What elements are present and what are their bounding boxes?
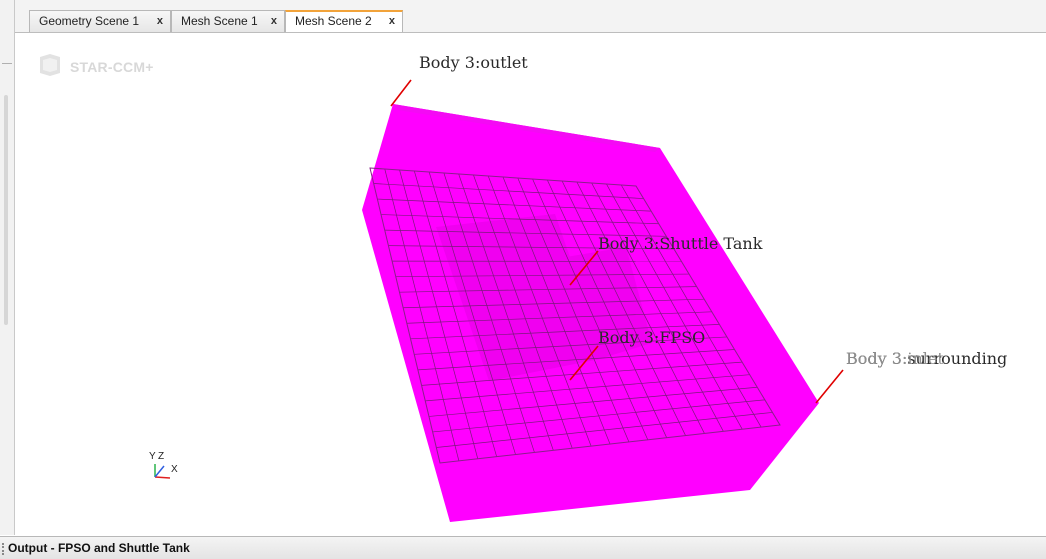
- drag-grip-icon[interactable]: [2, 543, 6, 555]
- leader-inlet-surrounding: [815, 369, 844, 404]
- label-shuttle-tank: Body 3:Shuttle Tank: [598, 234, 763, 253]
- axis-z-label: Z: [158, 451, 164, 462]
- label-fpso: Body 3:FPSO: [598, 328, 706, 347]
- axis-y-label: Y: [149, 451, 156, 462]
- output-panel-header[interactable]: Output - FPSO and Shuttle Tank: [0, 536, 1046, 559]
- x-axis-line: [154, 476, 171, 479]
- axis-triad: Y Z X: [149, 451, 178, 479]
- label-inlet: Body 3:inlet: [846, 349, 944, 368]
- leader-outlet: [390, 79, 412, 107]
- output-title: Output - FPSO and Shuttle Tank: [8, 541, 190, 555]
- star-ccm-window: Geometry Scene 1 x Mesh Scene 1 x Mesh S…: [0, 0, 1046, 559]
- label-outlet: Body 3:outlet: [419, 53, 528, 72]
- z-axis-line: [154, 465, 165, 478]
- axis-x-label: X: [171, 464, 178, 475]
